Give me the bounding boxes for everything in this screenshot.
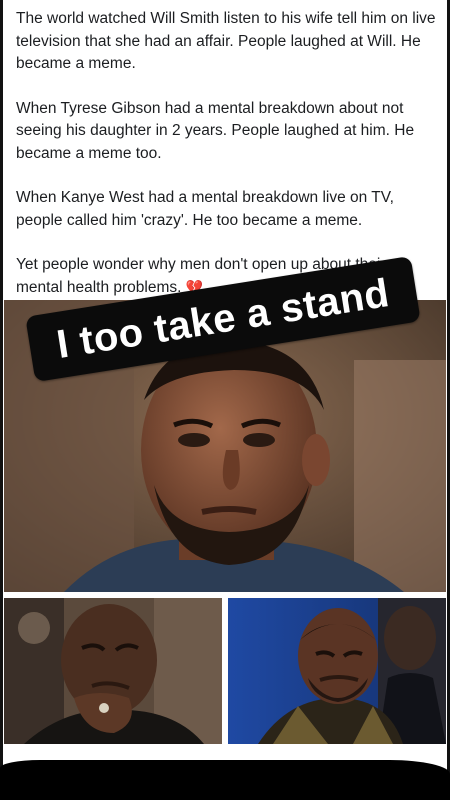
paragraph-kanye-west: When Kanye West had a mental breakdown l… bbox=[16, 189, 394, 229]
photo-kanye-west-image bbox=[228, 598, 446, 744]
paragraph-will-smith: The world watched Will Smith listen to h… bbox=[16, 10, 436, 72]
photo-tyrese-gibson-image bbox=[4, 598, 222, 744]
post-body: The world watched Will Smith listen to h… bbox=[16, 8, 436, 299]
paragraph-tyrese-gibson: When Tyrese Gibson had a mental breakdow… bbox=[16, 99, 415, 162]
photo-kanye-west[interactable] bbox=[228, 598, 446, 744]
redaction-bar bbox=[0, 760, 450, 800]
photo-tyrese-gibson[interactable] bbox=[4, 598, 222, 744]
left-frame-edge bbox=[0, 0, 3, 800]
